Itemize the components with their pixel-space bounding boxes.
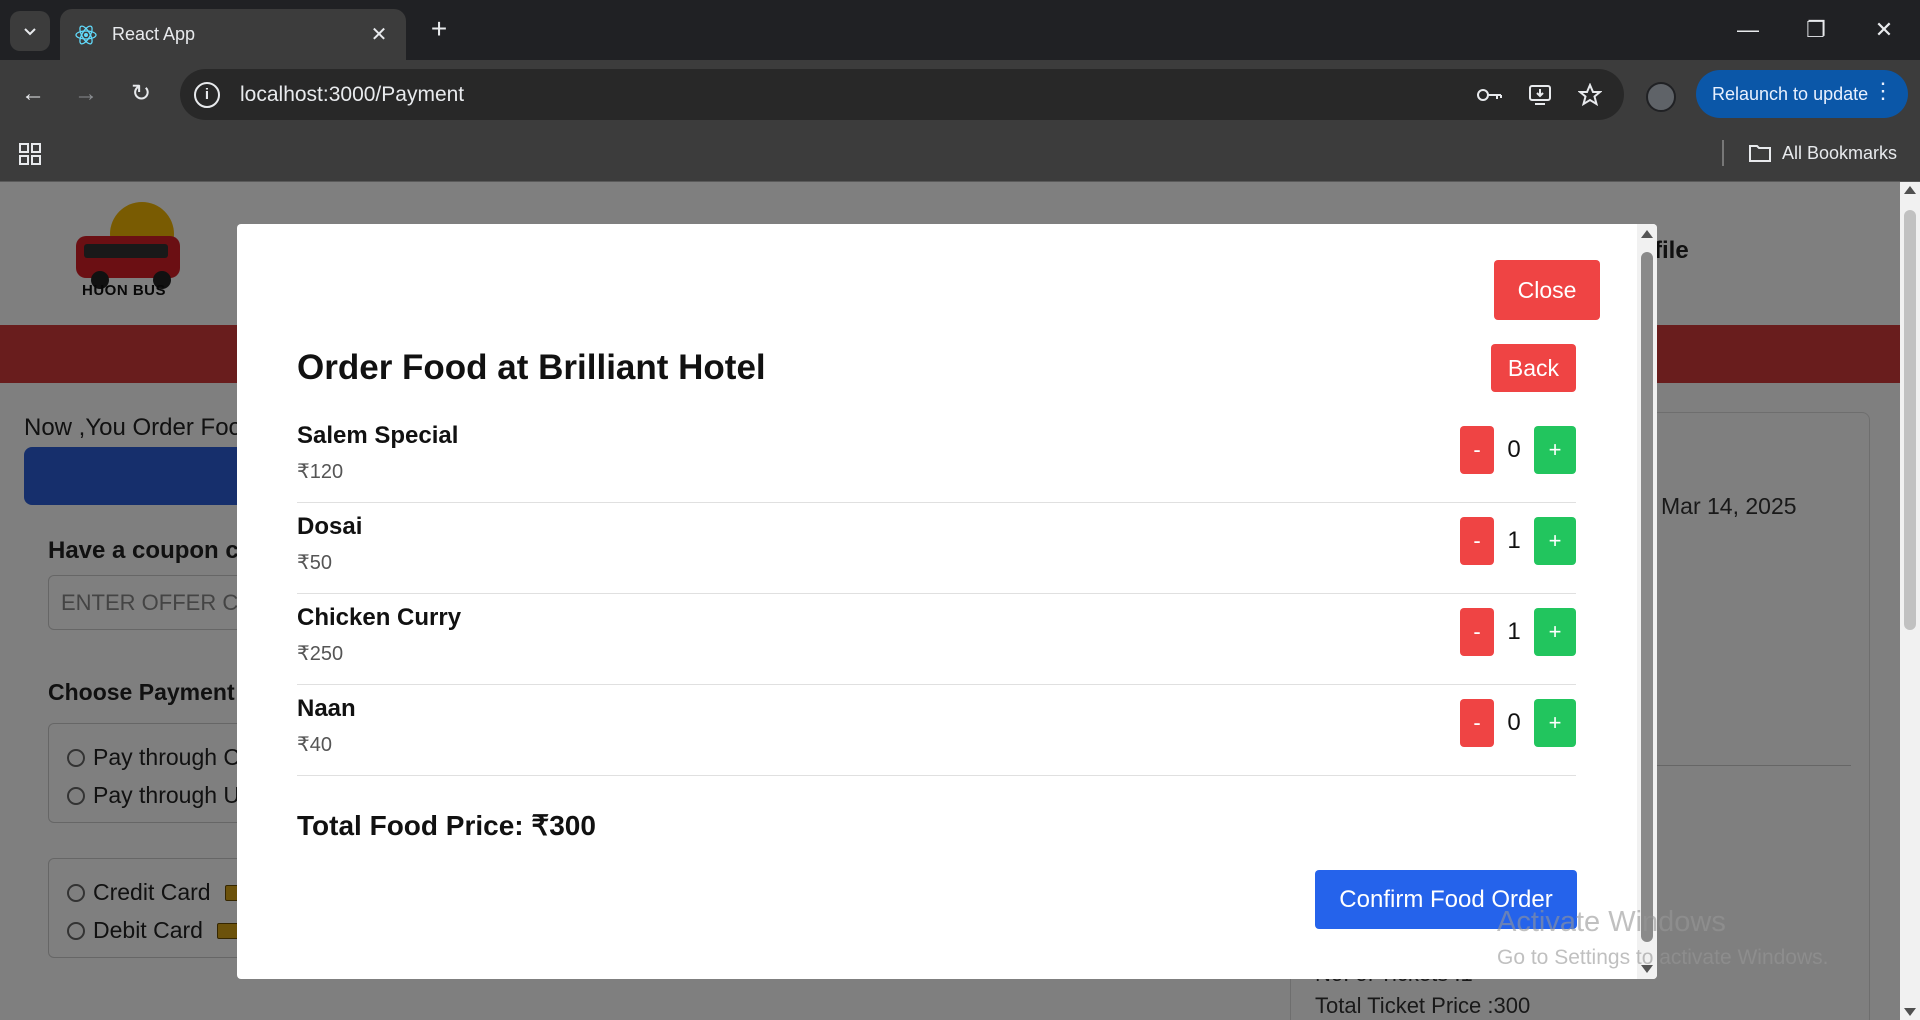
food-name: Naan [297,695,356,722]
window-close-button[interactable]: ✕ [1864,12,1904,48]
quantity-stepper: - 0 + [1460,699,1576,747]
scrollbar-thumb[interactable] [1904,210,1916,630]
browser-toolbar: ← → ↻ i localhost:3000/Payment Relaunch … [0,60,1920,128]
restore-button[interactable]: ❐ [1796,12,1836,48]
more-vert-icon[interactable]: ⋮ [1872,78,1894,104]
activate-windows-subtitle: Go to Settings to activate Windows. [1497,946,1829,969]
decrease-button[interactable]: - [1460,699,1494,747]
quantity-value: 0 [1507,436,1521,463]
close-button[interactable]: Close [1494,260,1600,320]
food-item: Chicken Curry ₹250 - 1 + [297,594,1576,685]
food-name: Salem Special [297,422,459,449]
bookmarks-bar: All Bookmarks [0,128,1920,182]
forward-arrow-icon[interactable]: → [65,73,107,115]
activate-windows-title: Activate Windows [1497,906,1726,938]
tab-title: React App [112,24,196,44]
profile-avatar[interactable] [1646,82,1676,112]
minimize-button[interactable]: — [1728,12,1768,48]
key-icon[interactable] [1476,81,1504,109]
quantity-value: 0 [1507,709,1521,736]
tab-close-icon[interactable]: ✕ [366,22,392,47]
food-price: ₹40 [297,734,332,756]
new-tab-button[interactable]: + [424,14,454,44]
tab-search-button[interactable] [10,11,50,51]
food-item: Dosai ₹50 - 1 + [297,503,1576,594]
modal-scrollbar[interactable] [1637,224,1657,979]
quantity-value: 1 [1507,527,1521,554]
quantity-stepper: - 0 + [1460,426,1576,474]
back-arrow-icon[interactable]: ← [12,73,54,115]
food-item: Salem Special ₹120 - 0 + [297,412,1576,503]
folder-icon [1749,145,1771,162]
relaunch-button[interactable]: Relaunch to update ⋮ [1696,70,1908,118]
all-bookmarks-button[interactable]: All Bookmarks [1748,138,1897,168]
quantity-stepper: - 1 + [1460,517,1576,565]
browser-tab[interactable]: React App ✕ [60,9,406,60]
quantity-value: 1 [1507,618,1521,645]
decrease-button[interactable]: - [1460,517,1494,565]
address-bar[interactable]: i localhost:3000/Payment [180,69,1624,120]
browser-tab-bar: React App ✕ + — ❐ ✕ [0,0,1920,60]
food-price: ₹250 [297,643,344,665]
increase-button[interactable]: + [1534,608,1576,656]
increase-button[interactable]: + [1534,699,1576,747]
increase-button[interactable]: + [1534,517,1576,565]
star-icon[interactable] [1576,81,1604,109]
total-food-price: Total Food Price: ₹300 [297,810,596,841]
food-name: Dosai [297,513,363,540]
url-text: localhost:3000/Payment [240,82,465,106]
quantity-stepper: - 1 + [1460,608,1576,656]
back-button[interactable]: Back [1491,344,1576,392]
scroll-up-arrow-icon[interactable] [1904,186,1916,194]
chevron-down-icon [24,28,36,36]
increase-button[interactable]: + [1534,426,1576,474]
react-icon [75,24,97,45]
install-app-icon[interactable] [1526,81,1554,109]
reload-icon[interactable]: ↻ [120,73,162,115]
food-price: ₹120 [297,461,344,483]
food-order-modal: Close Order Food at Brilliant Hotel Back… [237,224,1657,979]
bookmarks-divider [1722,140,1724,166]
apps-grid-icon[interactable] [18,142,42,166]
food-price: ₹50 [297,552,332,574]
all-bookmarks-label: All Bookmarks [1782,142,1898,163]
modal-title: Order Food at Brilliant Hotel [297,348,766,387]
food-item: Naan ₹40 - 0 + [297,685,1576,776]
modal-scrollbar-thumb[interactable] [1641,252,1653,942]
page-scrollbar[interactable] [1900,182,1920,1020]
site-info-icon[interactable]: i [194,81,220,108]
scroll-up-arrow-icon[interactable] [1641,230,1653,238]
relaunch-label: Relaunch to update [1712,83,1869,104]
scroll-down-arrow-icon[interactable] [1904,1008,1916,1016]
decrease-button[interactable]: - [1460,608,1494,656]
decrease-button[interactable]: - [1460,426,1494,474]
food-list: Salem Special ₹120 - 0 + Dosai ₹50 - 1 +… [297,412,1576,776]
food-name: Chicken Curry [297,604,462,631]
